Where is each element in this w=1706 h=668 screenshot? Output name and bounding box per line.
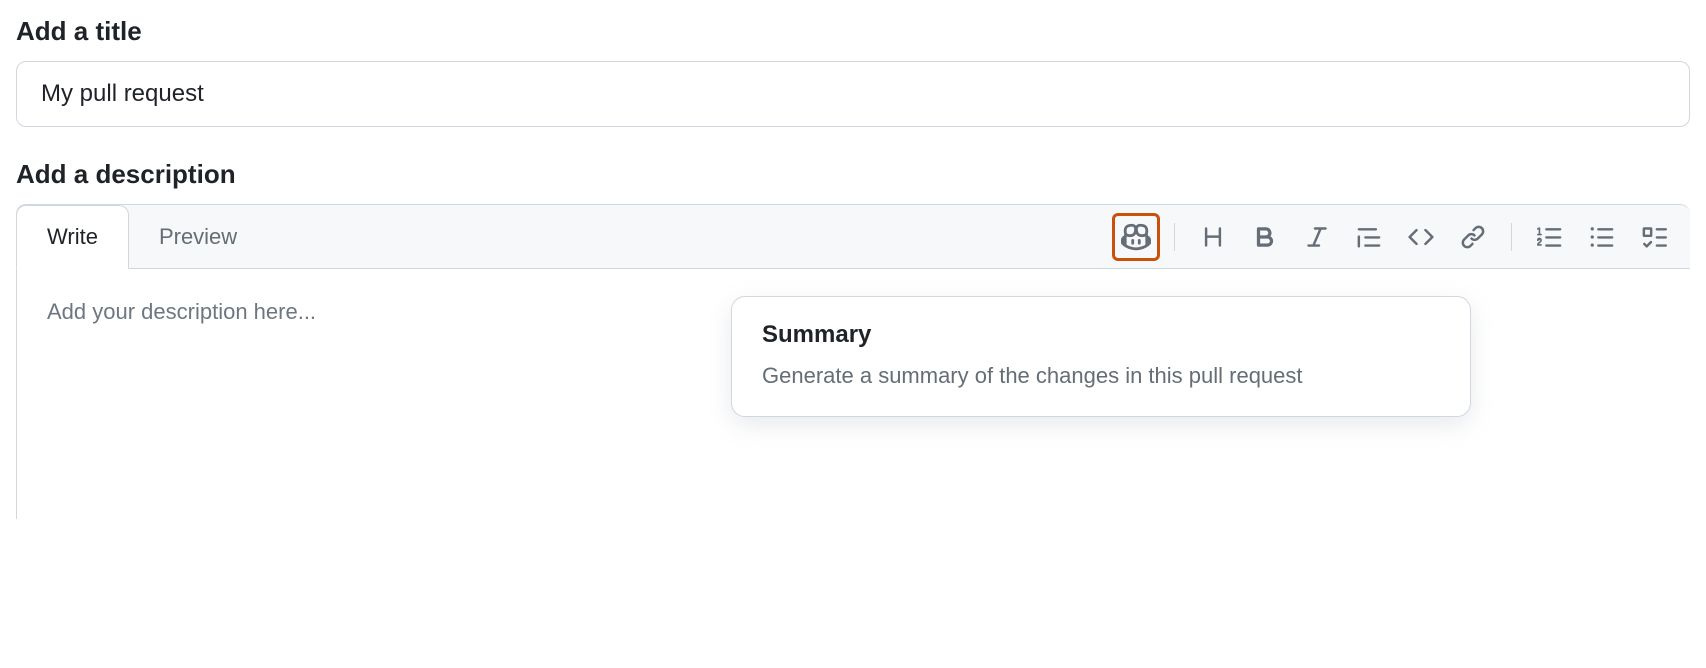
italic-button[interactable] — [1293, 213, 1341, 261]
link-button[interactable] — [1449, 213, 1497, 261]
title-label: Add a title — [16, 16, 1690, 47]
tab-write[interactable]: Write — [16, 205, 129, 269]
italic-icon — [1304, 224, 1330, 250]
ordered-list-button[interactable] — [1526, 213, 1574, 261]
link-icon — [1460, 224, 1486, 250]
toolbar-divider — [1174, 223, 1175, 251]
quote-icon — [1356, 224, 1382, 250]
copilot-popup[interactable]: Summary Generate a summary of the change… — [731, 296, 1471, 417]
ordered-list-icon — [1537, 224, 1563, 250]
copilot-button[interactable] — [1112, 213, 1160, 261]
task-list-icon — [1641, 224, 1667, 250]
title-input[interactable] — [16, 61, 1690, 127]
heading-icon — [1200, 224, 1226, 250]
tabs-toolbar-row: Write Preview — [16, 204, 1690, 269]
toolbar-divider — [1511, 223, 1512, 251]
description-label: Add a description — [16, 159, 1690, 190]
tab-preview[interactable]: Preview — [129, 206, 267, 268]
unordered-list-icon — [1589, 224, 1615, 250]
bold-button[interactable] — [1241, 213, 1289, 261]
task-list-button[interactable] — [1630, 213, 1678, 261]
copilot-icon — [1121, 222, 1151, 252]
code-icon — [1408, 224, 1434, 250]
heading-button[interactable] — [1189, 213, 1237, 261]
popup-description: Generate a summary of the changes in thi… — [762, 359, 1440, 392]
tabs: Write Preview — [17, 205, 267, 268]
popup-title: Summary — [762, 321, 1440, 349]
toolbar — [1100, 205, 1690, 268]
editor-container: Write Preview — [16, 204, 1690, 519]
code-button[interactable] — [1397, 213, 1445, 261]
quote-button[interactable] — [1345, 213, 1393, 261]
unordered-list-button[interactable] — [1578, 213, 1626, 261]
bold-icon — [1252, 224, 1278, 250]
